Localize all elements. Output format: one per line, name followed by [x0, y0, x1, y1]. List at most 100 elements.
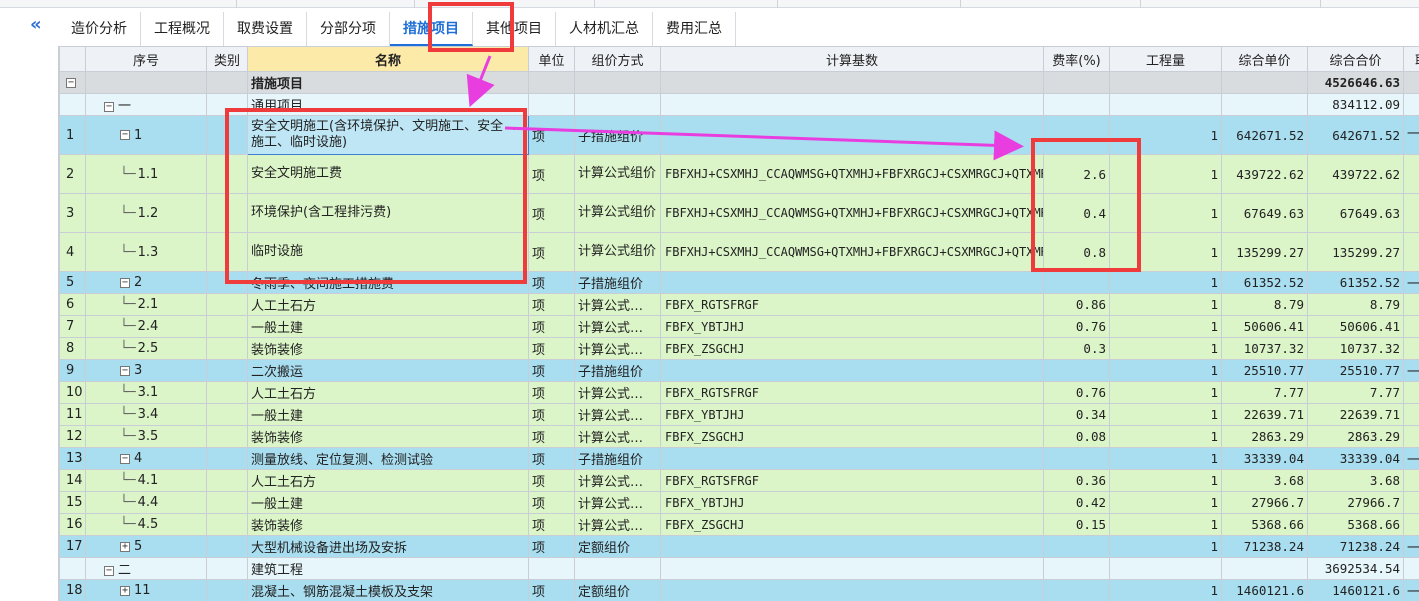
seq-cell[interactable]: −4 [85, 447, 207, 470]
seq-cell[interactable]: +11 [85, 579, 207, 601]
category-cell[interactable] [206, 447, 248, 470]
table-row[interactable]: 15 └─ 4.4 一般土建项计算公式… FBFX_YBTJHJ 0.42 1 27966.7… [59, 491, 1419, 514]
base-cell[interactable]: FBFX_RGTSFRGF [660, 381, 1044, 404]
name-cell[interactable]: 一般土建 [247, 403, 529, 426]
name-cell[interactable]: 人工土石方 [247, 469, 529, 492]
total-price-cell[interactable]: 834112.09 [1307, 93, 1404, 116]
rate-cell[interactable]: 0.76 [1043, 381, 1110, 404]
base-cell[interactable]: FBFXHJ+CSXMHJ_CCAQWMSG+QTXMHJ+FBFXRGCJ+C… [660, 193, 1044, 233]
extra-cell[interactable]: 一 [1403, 579, 1419, 601]
rate-cell[interactable] [1043, 93, 1110, 116]
table-row[interactable]: 7 └─ 2.4 一般土建 项 计算公式… FBFX_YBTJHJ 0.76 1 50606.41… [59, 315, 1419, 338]
collapse-toggle-icon[interactable]: − [120, 365, 130, 376]
unit-cell[interactable]: 项 [528, 337, 575, 360]
method-cell[interactable]: 计算公式… [574, 293, 661, 316]
total-price-cell[interactable]: 2863.29 [1307, 425, 1404, 448]
total-price-cell[interactable]: 1460121.6 [1307, 579, 1404, 601]
method-cell[interactable]: 计算公式… [574, 315, 661, 338]
column-header-1[interactable]: 序号 [85, 46, 207, 72]
quantity-cell[interactable]: 1 [1109, 469, 1222, 492]
method-cell[interactable]: 子措施组价 [574, 447, 661, 470]
method-cell[interactable]: 计算公式… [574, 513, 661, 536]
base-cell[interactable]: FBFX_ZSGCHJ [660, 425, 1044, 448]
tab-1[interactable]: 造价分析 [58, 12, 141, 46]
rate-cell[interactable] [1043, 557, 1110, 580]
table-row[interactable]: 11 └─ 3.4 一般土建项计算公式… FBFX_YBTJHJ 0.34 1 22639.7… [59, 403, 1419, 426]
row-index-cell[interactable]: 5 [59, 271, 86, 294]
base-cell[interactable]: FBFX_RGTSFRGF [660, 469, 1044, 492]
collapse-panel-icon[interactable]: « [30, 14, 42, 35]
base-cell[interactable]: FBFX_ZSGCHJ [660, 337, 1044, 360]
row-index-cell[interactable]: 18 [59, 579, 86, 601]
category-cell[interactable] [206, 381, 248, 404]
extra-cell[interactable]: 一 [1403, 271, 1419, 294]
method-cell[interactable]: 计算公式组价 [574, 193, 661, 233]
column-header-2[interactable]: 类别 [206, 46, 248, 72]
tab-4[interactable]: 分部分项 [307, 12, 390, 46]
table-row[interactable]: 13−4 测量放线、定位复测、检测试验项子措施组价 1 33339.04 33339.0… [59, 447, 1419, 470]
method-cell[interactable]: 子措施组价 [574, 115, 661, 155]
unit-price-cell[interactable]: 25510.77 [1221, 359, 1308, 382]
category-cell[interactable] [206, 579, 248, 601]
table-row[interactable]: 12 └─ 3.5 装饰装修项计算公式… FBFX_ZSGCHJ 0.08 1 2863.29… [59, 425, 1419, 448]
row-index-cell[interactable]: 11 [59, 403, 86, 426]
extra-cell[interactable] [1403, 315, 1419, 338]
unit-cell[interactable] [528, 93, 575, 116]
extra-cell[interactable]: 一程 [1403, 115, 1419, 155]
name-cell[interactable]: 混凝土、钢筋混凝土模板及支架 [247, 579, 529, 601]
row-index-cell[interactable]: 14 [59, 469, 86, 492]
table-row[interactable]: 9 −3 二次搬运 项 子措施组价 1 25510.77 25510.77 一 [59, 359, 1419, 382]
quantity-cell[interactable]: 1 [1109, 425, 1222, 448]
rate-cell[interactable]: 0.42 [1043, 491, 1110, 514]
method-cell[interactable]: 定额组价 [574, 535, 661, 558]
rate-cell[interactable] [1043, 447, 1110, 470]
quantity-cell[interactable] [1109, 71, 1222, 94]
seq-cell[interactable] [85, 71, 207, 94]
seq-cell[interactable]: └─ 4.1 [85, 469, 207, 492]
method-cell[interactable]: 计算公式… [574, 381, 661, 404]
name-cell[interactable]: 一般土建 [247, 491, 529, 514]
rate-cell[interactable]: 0.15 [1043, 513, 1110, 536]
extra-cell[interactable] [1403, 491, 1419, 514]
extra-cell[interactable] [1403, 381, 1419, 404]
row-index-cell[interactable]: 7 [59, 315, 86, 338]
unit-cell[interactable]: 项 [528, 513, 575, 536]
quantity-cell[interactable]: 1 [1109, 535, 1222, 558]
rate-cell[interactable] [1043, 71, 1110, 94]
base-cell[interactable] [660, 93, 1044, 116]
extra-cell[interactable] [1403, 154, 1419, 194]
unit-price-cell[interactable]: 135299.27 [1221, 232, 1308, 272]
unit-cell[interactable]: 项 [528, 232, 575, 272]
unit-cell[interactable]: 项 [528, 535, 575, 558]
quantity-cell[interactable]: 1 [1109, 491, 1222, 514]
total-price-cell[interactable]: 135299.27 [1307, 232, 1404, 272]
unit-price-cell[interactable]: 61352.52 [1221, 271, 1308, 294]
seq-cell[interactable]: └─ 2.4 [85, 315, 207, 338]
collapse-toggle-icon[interactable]: − [120, 277, 130, 288]
category-cell[interactable] [206, 71, 248, 94]
table-row[interactable]: − 二 建筑工程 3692534.54 [59, 557, 1419, 580]
seq-cell[interactable]: −1 [85, 115, 207, 155]
seq-cell[interactable]: − 二 [85, 557, 207, 580]
seq-cell[interactable]: └─ 3.4 [85, 403, 207, 426]
rate-cell[interactable]: 0.34 [1043, 403, 1110, 426]
table-row[interactable]: 14 └─ 4.1 人工土石方项计算公式… FBFX_RGTSFRGF 0.36 1 3.68… [59, 469, 1419, 492]
seq-cell[interactable]: └─ 1.2 [85, 193, 207, 233]
base-cell[interactable]: FBFXHJ+CSXMHJ_CCAQWMSG+QTXMHJ+FBFXRGCJ+C… [660, 232, 1044, 272]
column-header-9[interactable]: 综合单价 [1221, 46, 1308, 72]
method-cell[interactable]: 计算公式组价 [574, 154, 661, 194]
seq-cell[interactable]: └─ 2.5 [85, 337, 207, 360]
table-row[interactable]: 18 +11 混凝土、钢筋混凝土模板及支架项定额组价 1 1460121.6 146012… [59, 579, 1419, 601]
base-cell[interactable]: FBFXHJ+CSXMHJ_CCAQWMSG+QTXMHJ+FBFXRGCJ+C… [660, 154, 1044, 194]
unit-cell[interactable]: 项 [528, 425, 575, 448]
rate-cell[interactable] [1043, 359, 1110, 382]
column-header-10[interactable]: 综合合价 [1307, 46, 1404, 72]
collapse-toggle-icon[interactable]: − [120, 453, 130, 464]
row-index-cell[interactable]: 15 [59, 491, 86, 514]
base-cell[interactable]: FBFX_RGTSFRGF [660, 293, 1044, 316]
extra-cell[interactable] [1403, 337, 1419, 360]
unit-price-cell[interactable] [1221, 71, 1308, 94]
quantity-cell[interactable]: 1 [1109, 337, 1222, 360]
seq-cell[interactable]: − 一 [85, 93, 207, 116]
unit-price-cell[interactable]: 10737.32 [1221, 337, 1308, 360]
